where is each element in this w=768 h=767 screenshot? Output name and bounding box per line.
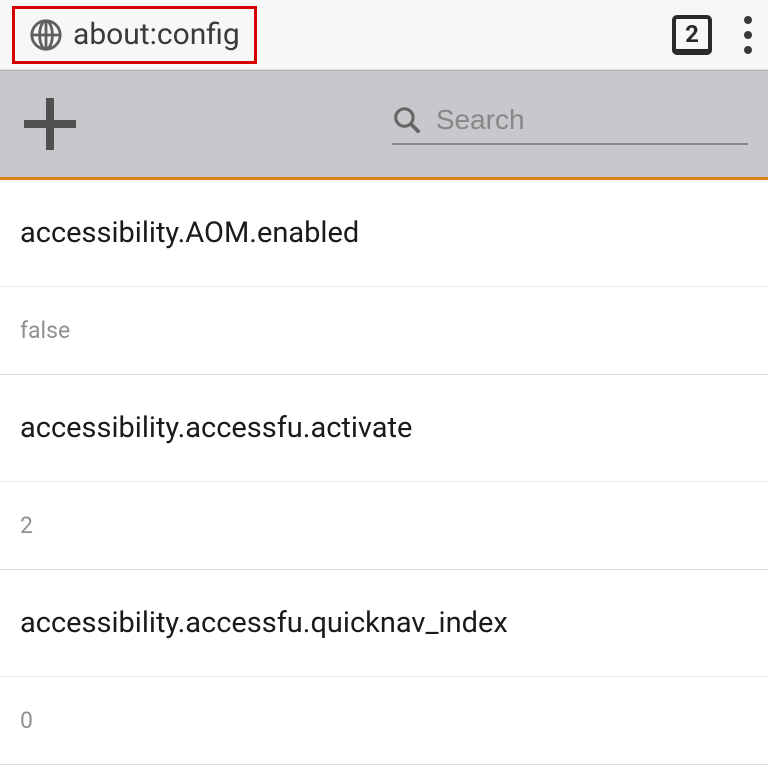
pref-value: false xyxy=(0,287,768,374)
pref-value: 2 xyxy=(0,482,768,569)
pref-row[interactable]: accessibility.AOM.enabled false xyxy=(0,180,768,375)
prefs-list: accessibility.AOM.enabled false accessib… xyxy=(0,180,768,765)
pref-name: accessibility.accessfu.quicknav_index xyxy=(0,570,768,677)
url-text: about:config xyxy=(73,17,240,52)
search-input[interactable] xyxy=(436,104,748,136)
config-toolbar xyxy=(0,70,768,180)
add-pref-button[interactable] xyxy=(20,94,80,154)
pref-row[interactable]: accessibility.accessfu.activate 2 xyxy=(0,375,768,570)
tab-count-button[interactable]: 2 xyxy=(672,15,712,55)
search-icon xyxy=(392,103,422,137)
pref-name: accessibility.AOM.enabled xyxy=(0,180,768,287)
pref-row[interactable]: accessibility.accessfu.quicknav_index 0 xyxy=(0,570,768,765)
browser-top-bar: about:config 2 xyxy=(0,0,768,70)
globe-icon xyxy=(29,18,63,52)
search-area xyxy=(392,103,748,145)
pref-value: 0 xyxy=(0,677,768,764)
overflow-menu-icon[interactable] xyxy=(740,12,756,58)
pref-name: accessibility.accessfu.activate xyxy=(0,375,768,482)
url-bar-highlighted[interactable]: about:config xyxy=(12,6,257,64)
